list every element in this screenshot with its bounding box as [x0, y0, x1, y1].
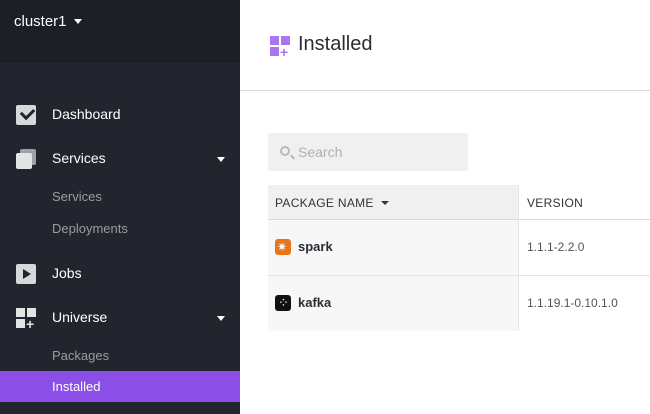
cluster-selector[interactable]: cluster1: [0, 0, 240, 63]
table-row[interactable]: kafka 1.1.19.1-0.10.1.0: [268, 276, 650, 331]
search-icon: [280, 146, 290, 156]
sidebar-subitem-label: Packages: [52, 348, 110, 363]
package-version: 1.1.1-2.2.0: [527, 240, 585, 254]
sidebar-item-dashboard[interactable]: Dashboard: [0, 97, 240, 133]
sidebar-subitem-label: Deployments: [52, 221, 128, 236]
services-icon: [16, 149, 36, 169]
table-row[interactable]: spark 1.1.1-2.2.0: [268, 220, 650, 275]
sidebar-subitem-services[interactable]: Services: [0, 181, 240, 212]
page-title: Installed: [298, 33, 373, 55]
chevron-down-icon: [217, 316, 225, 321]
package-name[interactable]: kafka: [298, 295, 331, 310]
universe-icon: +: [270, 36, 290, 59]
sidebar-subitem-label: Services: [52, 189, 102, 204]
sidebar-item-services[interactable]: Services: [0, 141, 240, 177]
search-input[interactable]: [298, 142, 458, 162]
sidebar-subitem-deployments[interactable]: Deployments: [0, 213, 240, 244]
chevron-down-icon: [217, 157, 225, 162]
package-version: 1.1.19.1-0.10.1.0: [527, 296, 618, 310]
jobs-icon: [16, 264, 36, 284]
kafka-icon: [275, 295, 291, 311]
sidebar-item-universe[interactable]: + Universe: [0, 300, 240, 336]
package-name-cell: kafka: [268, 276, 518, 331]
header-divider: [240, 90, 650, 91]
version-cell: 1.1.19.1-0.10.1.0: [518, 276, 650, 331]
sidebar-item-label: Universe: [52, 309, 108, 325]
cluster-name: cluster1: [14, 13, 67, 30]
column-header-package-name[interactable]: PACKAGE NAME: [268, 185, 518, 220]
dashboard-icon: [16, 105, 36, 125]
sidebar-subitem-label: Installed: [52, 379, 101, 394]
spark-icon: [275, 239, 291, 255]
sidebar-subitem-packages[interactable]: Packages: [0, 340, 240, 371]
chevron-down-icon: [74, 19, 82, 24]
sidebar-item-jobs[interactable]: Jobs: [0, 256, 240, 292]
sidebar-subitem-installed[interactable]: Installed: [0, 371, 240, 402]
sidebar: cluster1 Dashboard Services Services Dep…: [0, 0, 240, 414]
search-box[interactable]: [268, 133, 468, 171]
universe-icon: +: [16, 308, 36, 331]
version-cell: 1.1.1-2.2.0: [518, 220, 650, 275]
sidebar-item-label: Jobs: [52, 265, 82, 281]
column-header-version[interactable]: VERSION: [518, 185, 650, 220]
package-name[interactable]: spark: [298, 239, 333, 254]
sort-descending-icon: [381, 201, 389, 205]
column-header-label: VERSION: [527, 196, 584, 210]
column-header-label: PACKAGE NAME: [275, 196, 374, 210]
package-name-cell: spark: [268, 220, 518, 275]
sidebar-item-label: Dashboard: [52, 106, 121, 122]
sidebar-item-label: Services: [52, 150, 106, 166]
